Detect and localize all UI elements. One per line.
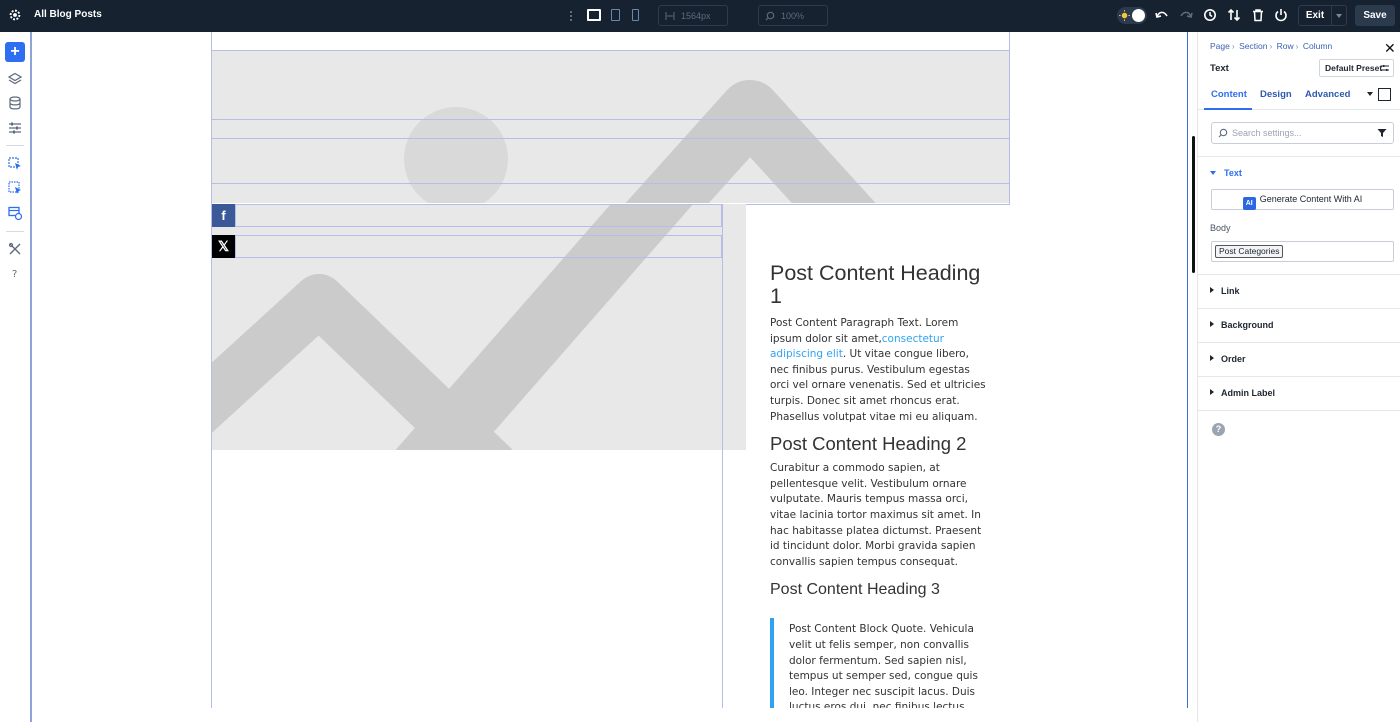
trash-icon[interactable] (1251, 8, 1265, 22)
group-order-toggle[interactable]: Order (1210, 354, 1246, 364)
active-tab-indicator (1204, 108, 1252, 110)
template-library-icon[interactable] (8, 206, 22, 220)
body-label: Body (1210, 223, 1231, 233)
width-icon (665, 12, 675, 20)
tab-advanced[interactable]: Advanced (1305, 89, 1350, 100)
column-guide (722, 204, 723, 708)
desktop-view-icon[interactable] (587, 9, 601, 21)
row-guide (212, 119, 1009, 120)
page-frame: f 𝕏 Post Content Heading 1 Post Content … (211, 32, 1010, 708)
settings-tabs: Content Design Advanced (1198, 82, 1400, 110)
heading-2: Post Content Heading 2 (770, 433, 967, 455)
share-row-facebook[interactable] (235, 204, 722, 227)
group-admin-label-toggle[interactable]: Admin Label (1210, 388, 1275, 398)
tablet-view-icon[interactable] (611, 9, 620, 21)
image-placeholder-icon (404, 80, 876, 203)
undo-icon[interactable] (1155, 8, 1169, 22)
search-placeholder: Search settings... (1232, 128, 1302, 138)
save-button[interactable]: Save (1355, 5, 1395, 26)
group-link-toggle[interactable]: Link (1210, 286, 1240, 296)
history-icon[interactable] (1203, 8, 1217, 22)
canvas-width-input[interactable]: 1564px (658, 5, 728, 26)
generate-ai-button[interactable]: AI Generate Content With AI (1211, 189, 1394, 210)
multi-select-icon[interactable] (8, 181, 22, 195)
breadcrumb-row[interactable]: Row (1277, 41, 1294, 51)
divider (1198, 156, 1400, 157)
search-icon (1218, 128, 1228, 138)
divider (1198, 410, 1400, 411)
tab-content[interactable]: Content (1211, 89, 1247, 100)
database-icon[interactable] (8, 96, 22, 110)
add-plus-icon[interactable]: + (5, 42, 25, 62)
zoom-value: 100% (781, 11, 805, 21)
builder-canvas: f 𝕏 Post Content Heading 1 Post Content … (34, 32, 1188, 708)
column-gutter (722, 204, 746, 450)
zoom-icon (765, 11, 775, 21)
divider (1198, 274, 1400, 275)
cursor-select-icon[interactable] (8, 157, 22, 171)
settings-search-input[interactable]: Search settings... (1211, 122, 1394, 144)
row-guide (212, 183, 1009, 184)
exit-button[interactable]: Exit (1298, 5, 1331, 26)
left-sidebar: + ? (0, 32, 32, 722)
group-text-toggle[interactable]: Text (1210, 168, 1242, 178)
exit-options-chevron-down-icon[interactable] (1331, 5, 1347, 26)
sliders-icon (1381, 65, 1389, 71)
sun-icon (1119, 10, 1130, 21)
canvas-width-value: 1564px (681, 11, 711, 21)
chevron-down-icon[interactable] (1367, 92, 1373, 96)
row-guide (212, 138, 1009, 139)
help-icon[interactable]: ? (1212, 423, 1225, 436)
group-background-toggle[interactable]: Background (1210, 320, 1274, 330)
breadcrumb-section[interactable]: Section (1239, 41, 1267, 51)
breadcrumb-page[interactable]: Page (1210, 41, 1230, 51)
preset-label: Default Preset (1325, 63, 1383, 73)
layers-icon[interactable] (8, 72, 22, 86)
filter-icon[interactable] (1377, 128, 1387, 138)
expand-panel-icon[interactable] (1378, 88, 1391, 101)
divider (1198, 308, 1400, 309)
redo-icon[interactable] (1179, 8, 1193, 22)
settings-panel: Page › Section › Row › Column ✕ Text Defaul… (1192, 32, 1400, 722)
power-icon[interactable] (1274, 8, 1288, 22)
zoom-input[interactable]: 100% (758, 5, 828, 26)
sort-arrows-icon[interactable] (1227, 8, 1241, 22)
tab-design[interactable]: Design (1260, 89, 1292, 100)
share-row-x[interactable] (235, 235, 722, 258)
post-content-text[interactable]: Post Content Heading 1 Post Content Para… (770, 262, 986, 708)
rail-divider (6, 145, 24, 146)
divider (1198, 342, 1400, 343)
heading-3: Post Content Heading 3 (770, 581, 940, 599)
dynamic-content-tag[interactable]: Post Categories (1215, 245, 1284, 258)
canvas-scrollbar[interactable] (1192, 136, 1195, 273)
help-icon[interactable]: ? (8, 266, 22, 280)
page-title: All Blog Posts (34, 9, 102, 20)
featured-image-placeholder[interactable] (212, 51, 1009, 203)
paragraph-1: Post Content Paragraph Text. Lorem ipsum… (770, 317, 986, 423)
tools-icon[interactable] (8, 242, 22, 256)
divider (1198, 376, 1400, 377)
gear-icon[interactable] (8, 8, 22, 22)
element-title: Text (1210, 63, 1229, 74)
breadcrumb-column[interactable]: Column (1303, 41, 1332, 51)
more-vertical-icon[interactable] (569, 10, 573, 22)
svg-text:?: ? (12, 269, 17, 280)
block-quote: Post Content Block Quote. Vehicula velit… (770, 618, 986, 708)
theme-toggle[interactable] (1117, 7, 1147, 24)
close-icon[interactable]: ✕ (1384, 40, 1396, 57)
body-field[interactable]: Post Categories (1211, 241, 1394, 262)
phone-view-icon[interactable] (632, 9, 639, 21)
top-toolbar: All Blog Posts 1564px 100% Exit Save (0, 0, 1400, 32)
x-twitter-icon[interactable]: 𝕏 (212, 235, 235, 258)
ai-icon: AI (1242, 197, 1256, 210)
toggle-knob (1132, 9, 1145, 22)
settings-sliders-icon[interactable] (8, 121, 22, 135)
paragraph-2: Curabitur a commodo sapien, at pellentes… (770, 462, 982, 568)
preset-dropdown[interactable]: Default Preset (1319, 59, 1394, 77)
breadcrumb: Page › Section › Row › Column (1210, 41, 1333, 51)
heading-1: Post Content Heading 1 (770, 261, 981, 308)
facebook-icon[interactable]: f (212, 204, 235, 227)
rail-divider (6, 231, 24, 232)
